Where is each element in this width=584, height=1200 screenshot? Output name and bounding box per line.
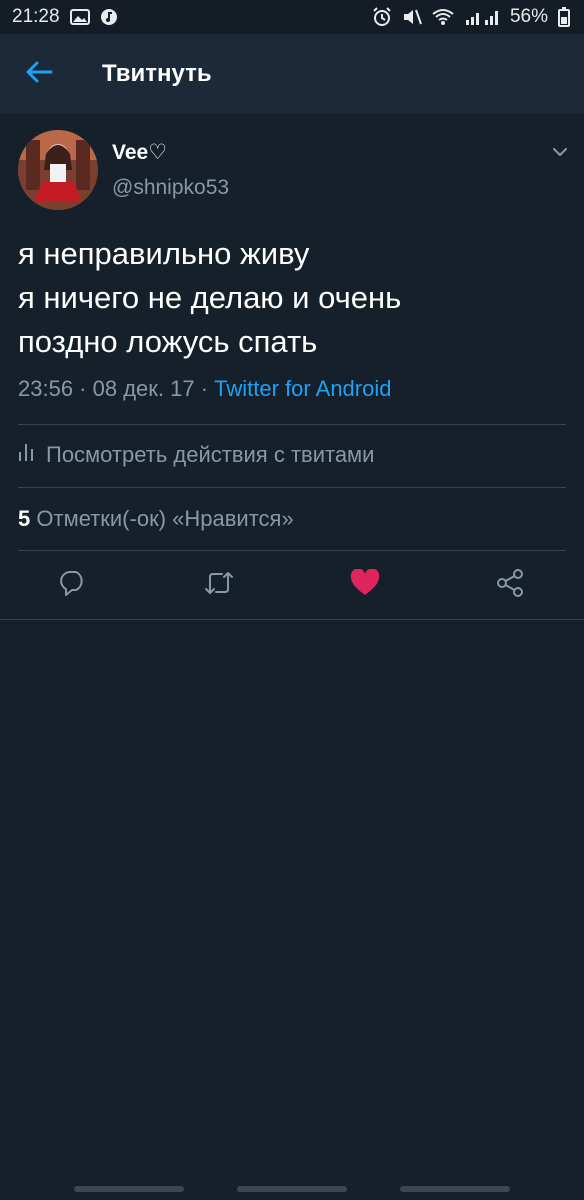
arrow-left-icon <box>25 60 53 89</box>
alarm-icon <box>372 7 392 27</box>
nav-gesture-bar[interactable] <box>237 1186 347 1192</box>
tweet-text-line: я неправильно живу <box>18 236 310 271</box>
gallery-icon <box>69 9 90 25</box>
tweet-text-line: поздно ложусь спать <box>18 324 318 359</box>
share-icon <box>495 568 525 603</box>
tweet-date: 08 дек. 17 <box>92 376 195 401</box>
divider <box>18 487 566 488</box>
battery-percent: 56% <box>509 6 548 27</box>
tweet-activity-label: Посмотреть действия с твитами <box>46 442 375 467</box>
meta-separator: · <box>73 376 93 401</box>
divider <box>18 550 566 551</box>
battery-icon <box>558 7 570 27</box>
page-title: Твитнуть <box>102 60 212 87</box>
tweet-source-link[interactable]: Twitter for Android <box>214 376 391 401</box>
divider <box>0 619 584 620</box>
likes-label: Отметки(-ок) «Нравится» <box>36 506 294 531</box>
retweet-icon <box>203 569 235 602</box>
top-app-bar: Твитнуть <box>0 34 584 114</box>
reply-icon <box>58 568 88 603</box>
bar-chart-icon <box>18 442 34 468</box>
music-app-icon <box>100 8 118 26</box>
signal-icon <box>464 8 500 26</box>
nav-gesture-bar[interactable] <box>400 1186 510 1192</box>
author-name[interactable]: Vee♡ <box>112 140 167 165</box>
tweet-activity-link[interactable]: Посмотреть действия с твитами <box>18 442 374 468</box>
author-handle[interactable]: @shnipko53 <box>112 176 229 200</box>
tweet-text: я неправильно живу я ничего не делаю и о… <box>18 232 568 364</box>
reply-button[interactable] <box>55 567 91 603</box>
likes-number: 5 <box>18 506 31 531</box>
likes-count[interactable]: 5 Отметки(-ок) «Нравится» <box>18 506 294 532</box>
share-button[interactable] <box>492 567 528 603</box>
avatar[interactable] <box>18 130 98 210</box>
tweet-text-line: я ничего не делаю и очень <box>18 280 402 315</box>
heart-filled-icon <box>350 567 380 602</box>
chevron-down-icon <box>548 148 572 166</box>
nav-gesture-bar[interactable] <box>74 1186 184 1192</box>
mute-icon <box>402 8 422 26</box>
tweet-time: 23:56 <box>18 376 74 401</box>
divider <box>18 424 566 425</box>
like-button[interactable] <box>347 567 383 603</box>
retweet-button[interactable] <box>201 567 237 603</box>
tweet-menu-button[interactable] <box>548 142 572 162</box>
meta-separator: · <box>194 376 215 401</box>
tweet-meta: 23:56 · 08 дек. 17 · Twitter for Android <box>18 376 391 402</box>
wifi-icon <box>432 8 454 26</box>
back-button[interactable] <box>22 58 56 90</box>
status-bar: 21:28 56% <box>0 0 584 34</box>
status-time: 21:28 <box>12 6 60 27</box>
